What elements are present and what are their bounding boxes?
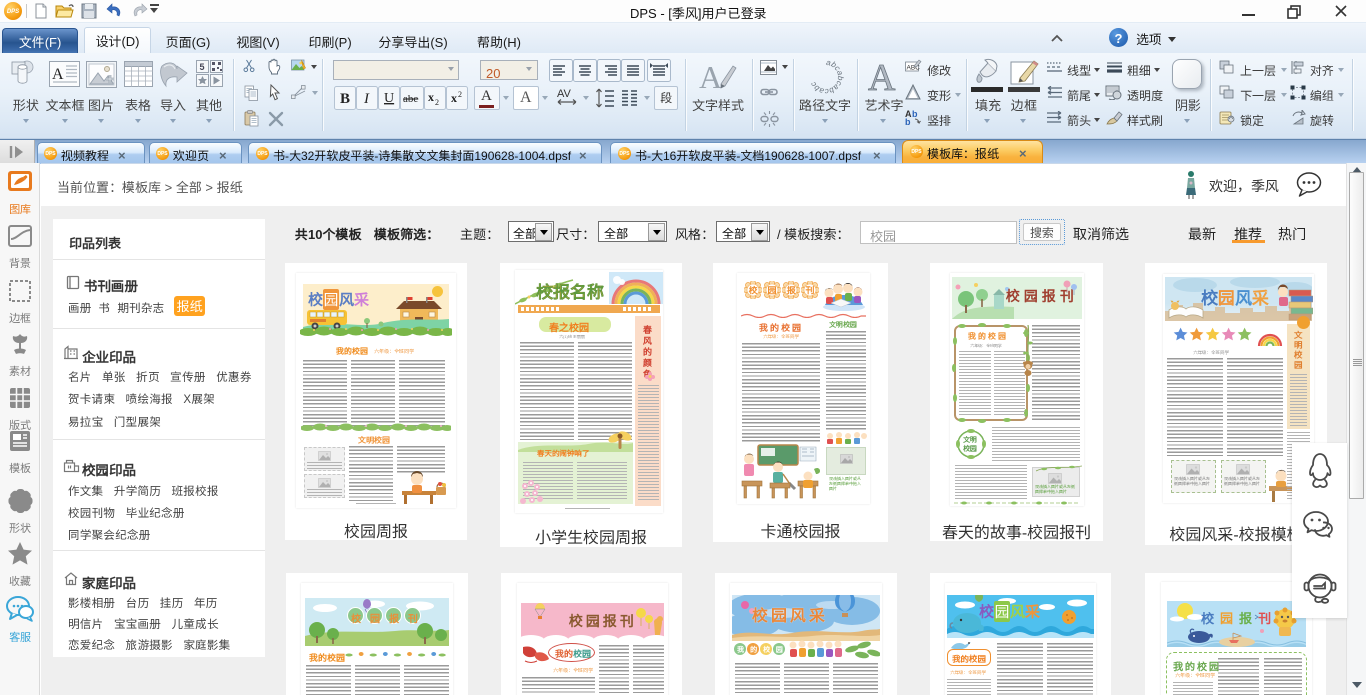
svg-text:校园: 校园 [962, 444, 977, 454]
svg-text:2: 2 [435, 98, 439, 107]
svg-text:园: 园 [768, 284, 777, 297]
svg-text:5: 5 [200, 60, 205, 73]
svg-text:报: 报 [787, 284, 797, 297]
svg-text:abcabcabcabc: abcabcabcabc [808, 59, 844, 95]
svg-text:B: B [340, 91, 350, 107]
svg-text:AV: AV [557, 87, 572, 101]
svg-text:b: b [905, 115, 911, 126]
svg-text:校报名称: 校报名称 [535, 278, 605, 303]
svg-text:A: A [868, 57, 896, 96]
svg-text:校: 校 [749, 284, 759, 297]
svg-text:刊: 刊 [806, 284, 815, 297]
svg-text:I: I [363, 91, 370, 107]
svg-text:A: A [52, 66, 64, 83]
svg-text:x: x [428, 90, 434, 104]
svg-text:U: U [384, 91, 394, 106]
svg-text:abe: abe [403, 93, 418, 105]
svg-text:b: b [912, 109, 918, 120]
svg-text:2: 2 [458, 90, 462, 99]
svg-text:x: x [451, 91, 457, 105]
svg-text:A: A [699, 59, 722, 94]
